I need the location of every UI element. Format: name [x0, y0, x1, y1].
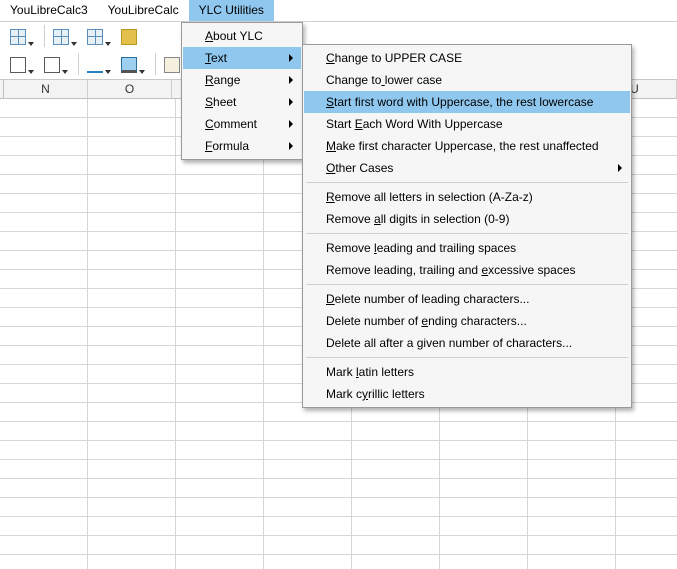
text-menu-item[interactable]: Remove all letters in selection (A-Za-z)	[304, 186, 630, 208]
table-icon	[10, 29, 26, 45]
ylc-menu-item[interactable]: Sheet	[183, 91, 301, 113]
ylc-menu-item[interactable]: Formula	[183, 135, 301, 157]
borders-icon	[10, 57, 26, 73]
text-menu-item[interactable]: Other Cases	[304, 157, 630, 179]
menubar-item-youlibrecalc[interactable]: YouLibreCalc	[98, 0, 189, 21]
submenu-arrow-icon	[289, 98, 293, 106]
display-icon	[121, 57, 137, 73]
ylc-menu-item[interactable]: Text	[183, 47, 301, 69]
menu-separator	[306, 284, 628, 285]
table-icon	[87, 29, 103, 45]
text-submenu: Change to UPPER CASEChange to lower case…	[302, 44, 632, 408]
text-menu-item[interactable]: Make first character Uppercase, the rest…	[304, 135, 630, 157]
text-menu-item[interactable]: Remove leading, trailing and excessive s…	[304, 259, 630, 281]
toolbar-btn-pivot2[interactable]	[49, 25, 73, 49]
text-menu-item[interactable]: Delete number of leading characters...	[304, 288, 630, 310]
toolbar-btn-line[interactable]	[83, 53, 107, 77]
toolbar-btn-display[interactable]	[117, 53, 141, 77]
menu-separator	[306, 357, 628, 358]
menubar-item-youlibrecalc3[interactable]: YouLibreCalc3	[0, 0, 98, 21]
toolbar-btn-pivot1[interactable]	[6, 25, 30, 49]
menu-separator	[306, 182, 628, 183]
submenu-arrow-icon	[289, 54, 293, 62]
submenu-arrow-icon	[289, 76, 293, 84]
text-menu-item[interactable]: Start Each Word With Uppercase	[304, 113, 630, 135]
menubar-item-ylc-utilities[interactable]: YLC Utilities	[189, 0, 274, 21]
submenu-arrow-icon	[289, 142, 293, 150]
toolbar-btn-notes[interactable]	[117, 25, 141, 49]
menu-separator	[306, 233, 628, 234]
toolbar-btn-borders2[interactable]	[40, 53, 64, 77]
toolbar-btn-pivot3[interactable]	[83, 25, 107, 49]
text-menu-item[interactable]: Delete number of ending characters...	[304, 310, 630, 332]
text-menu-item[interactable]: Change to UPPER CASE	[304, 47, 630, 69]
text-menu-item[interactable]: Start first word with Uppercase, the res…	[304, 91, 630, 113]
menubar: YouLibreCalc3 YouLibreCalc YLC Utilities	[0, 0, 677, 22]
toolbar-btn-borders[interactable]	[6, 53, 30, 77]
ylc-menu-item[interactable]: Comment	[183, 113, 301, 135]
table-icon	[53, 29, 69, 45]
text-menu-item[interactable]: Mark latin letters	[304, 361, 630, 383]
text-menu-item[interactable]: Remove all digits in selection (0-9)	[304, 208, 630, 230]
column-header[interactable]: O	[88, 80, 172, 98]
ylc-menu-item[interactable]: About YLC	[183, 25, 301, 47]
text-menu-item[interactable]: Remove leading and trailing spaces	[304, 237, 630, 259]
text-menu-item[interactable]: Change to lower case	[304, 69, 630, 91]
ylc-utilities-menu: About YLCTextRangeSheetCommentFormula	[181, 22, 303, 160]
submenu-arrow-icon	[289, 120, 293, 128]
submenu-arrow-icon	[618, 164, 622, 172]
text-menu-item[interactable]: Delete all after a given number of chara…	[304, 332, 630, 354]
fx-icon	[164, 57, 180, 73]
borders-icon	[44, 57, 60, 73]
line-icon	[87, 57, 103, 73]
text-menu-item[interactable]: Mark cyrillic letters	[304, 383, 630, 405]
ylc-menu-item[interactable]: Range	[183, 69, 301, 91]
note-icon	[121, 29, 137, 45]
column-header[interactable]: N	[4, 80, 88, 98]
